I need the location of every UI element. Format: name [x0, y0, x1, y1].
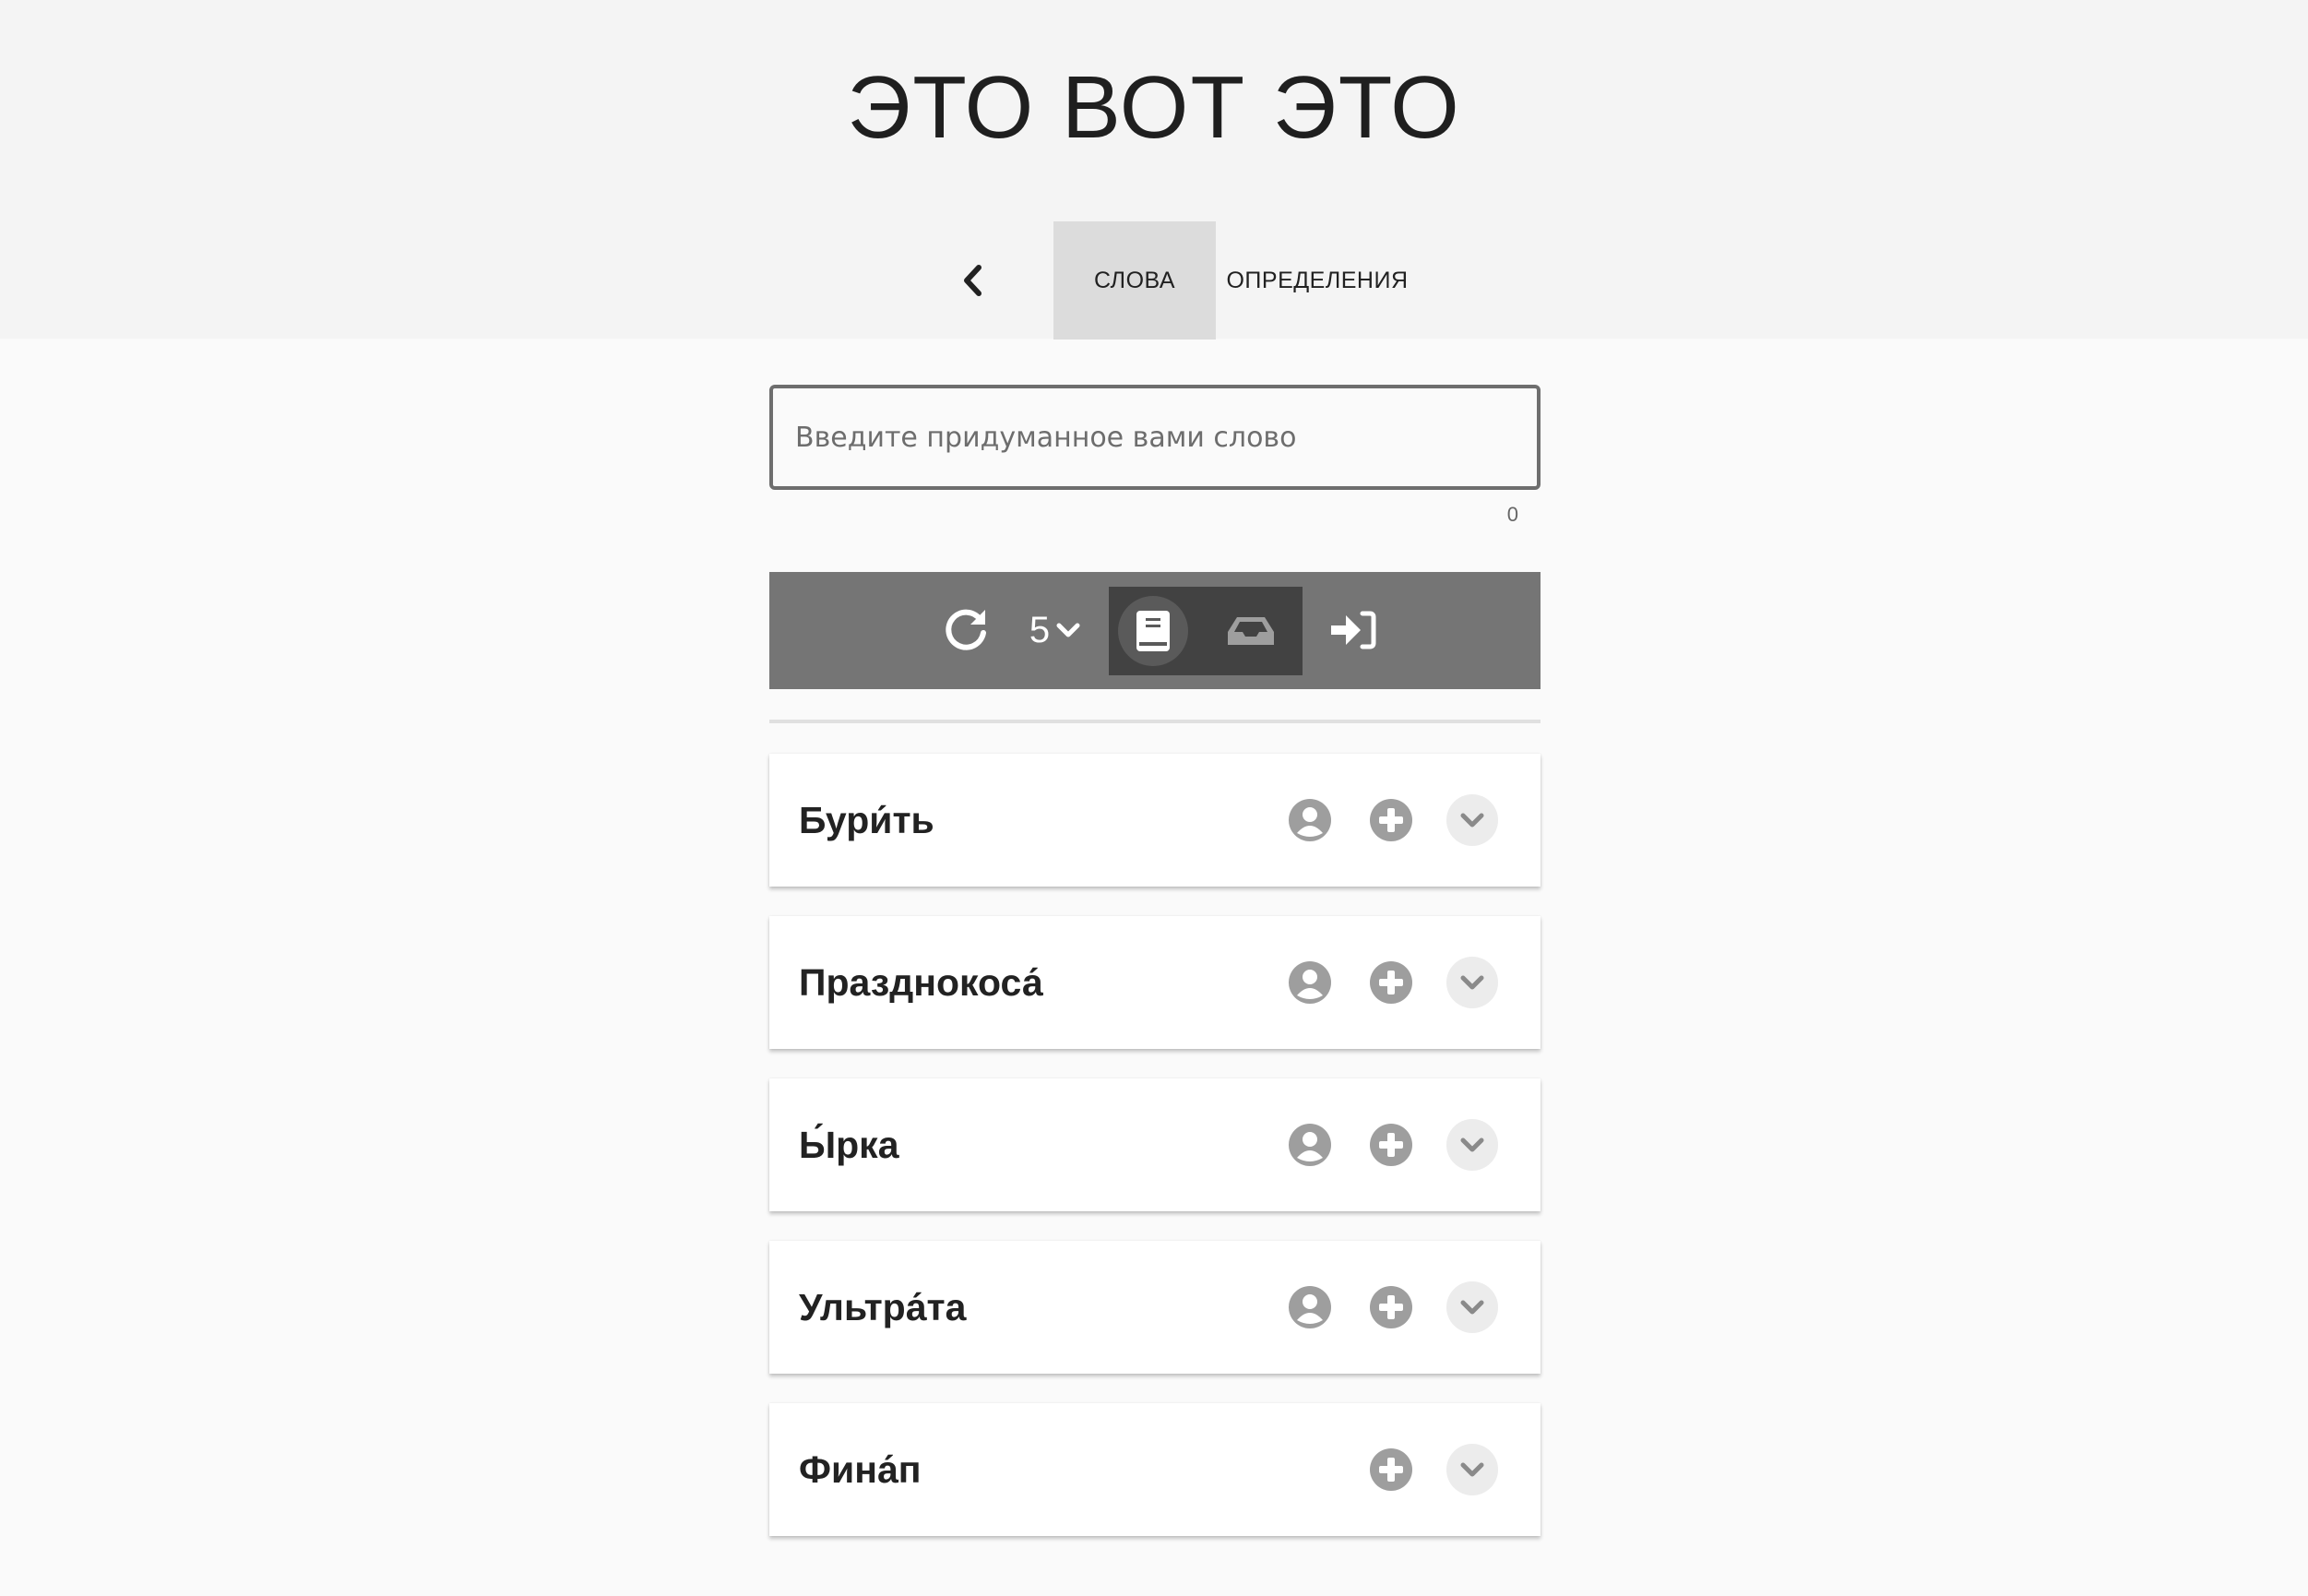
- user-circle-icon: [1289, 799, 1331, 841]
- expand-button[interactable]: [1446, 957, 1498, 1008]
- expand-button[interactable]: [1446, 1444, 1498, 1495]
- dictionary-view-button[interactable]: [1118, 596, 1188, 666]
- inbox-icon: [1228, 617, 1274, 645]
- chevron-down-icon: [1460, 1462, 1484, 1477]
- refresh-icon: [946, 609, 986, 650]
- add-definition-button[interactable]: [1365, 1444, 1417, 1495]
- plus-circle-icon: [1370, 799, 1412, 841]
- word-text: Ультра́та: [799, 1285, 967, 1328]
- book-icon: [1136, 611, 1170, 651]
- author-button[interactable]: [1284, 794, 1336, 846]
- add-definition-button[interactable]: [1365, 1119, 1417, 1171]
- word-card[interactable]: Празднокоса́: [769, 916, 1541, 1049]
- inbox-view-button[interactable]: [1216, 596, 1286, 666]
- word-text: Ы́рка: [799, 1123, 899, 1166]
- chevron-down-icon: [1460, 1137, 1484, 1152]
- header: ЭТО ВОТ ЭТО СЛОВА ОПРЕДЕЛЕНИЯ: [0, 0, 2308, 339]
- refresh-button[interactable]: [934, 598, 998, 662]
- expand-button[interactable]: [1446, 1281, 1498, 1333]
- char-counter: 0: [1506, 503, 1518, 526]
- count-select[interactable]: 5: [1018, 598, 1092, 662]
- view-toggle-group: [1109, 587, 1303, 675]
- expand-button[interactable]: [1446, 794, 1498, 846]
- user-circle-icon: [1289, 961, 1331, 1004]
- word-card[interactable]: Фина́п: [769, 1403, 1541, 1536]
- login-button[interactable]: [1321, 598, 1386, 662]
- plus-circle-icon: [1370, 1124, 1412, 1166]
- plus-circle-icon: [1370, 961, 1412, 1004]
- word-text: Празднокоса́: [799, 960, 1043, 1004]
- chevron-left-icon: [964, 265, 981, 296]
- author-button[interactable]: [1284, 1281, 1336, 1333]
- word-text: Фина́п: [799, 1447, 922, 1491]
- word-input[interactable]: [795, 421, 1515, 454]
- word-card[interactable]: Ультра́та: [769, 1241, 1541, 1374]
- plus-circle-icon: [1370, 1286, 1412, 1328]
- toolbar: 5: [769, 572, 1541, 689]
- tab-definitions[interactable]: ОПРЕДЕЛЕНИЯ: [1216, 221, 1419, 339]
- chevron-down-icon: [1460, 1300, 1484, 1315]
- login-icon: [1331, 611, 1376, 649]
- word-card[interactable]: Бури́ть: [769, 754, 1541, 887]
- word-card[interactable]: Ы́рка: [769, 1078, 1541, 1211]
- author-button[interactable]: [1284, 1119, 1336, 1171]
- chevron-down-icon: [1460, 813, 1484, 828]
- plus-circle-icon: [1370, 1448, 1412, 1491]
- chevron-down-icon: [1056, 623, 1080, 637]
- tab-words[interactable]: СЛОВА: [1053, 221, 1216, 339]
- user-circle-icon: [1289, 1124, 1331, 1166]
- add-definition-button[interactable]: [1365, 794, 1417, 846]
- count-value: 5: [1029, 609, 1051, 650]
- word-input-container: [769, 385, 1541, 490]
- back-button[interactable]: [948, 251, 998, 310]
- add-definition-button[interactable]: [1365, 1281, 1417, 1333]
- chevron-down-icon: [1460, 975, 1484, 990]
- word-text: Бури́ть: [799, 798, 934, 841]
- expand-button[interactable]: [1446, 1119, 1498, 1171]
- add-definition-button[interactable]: [1365, 957, 1417, 1008]
- user-circle-icon: [1289, 1286, 1331, 1328]
- author-button[interactable]: [1284, 957, 1336, 1008]
- divider: [769, 720, 1541, 723]
- page-title: ЭТО ВОТ ЭТО: [847, 58, 1461, 157]
